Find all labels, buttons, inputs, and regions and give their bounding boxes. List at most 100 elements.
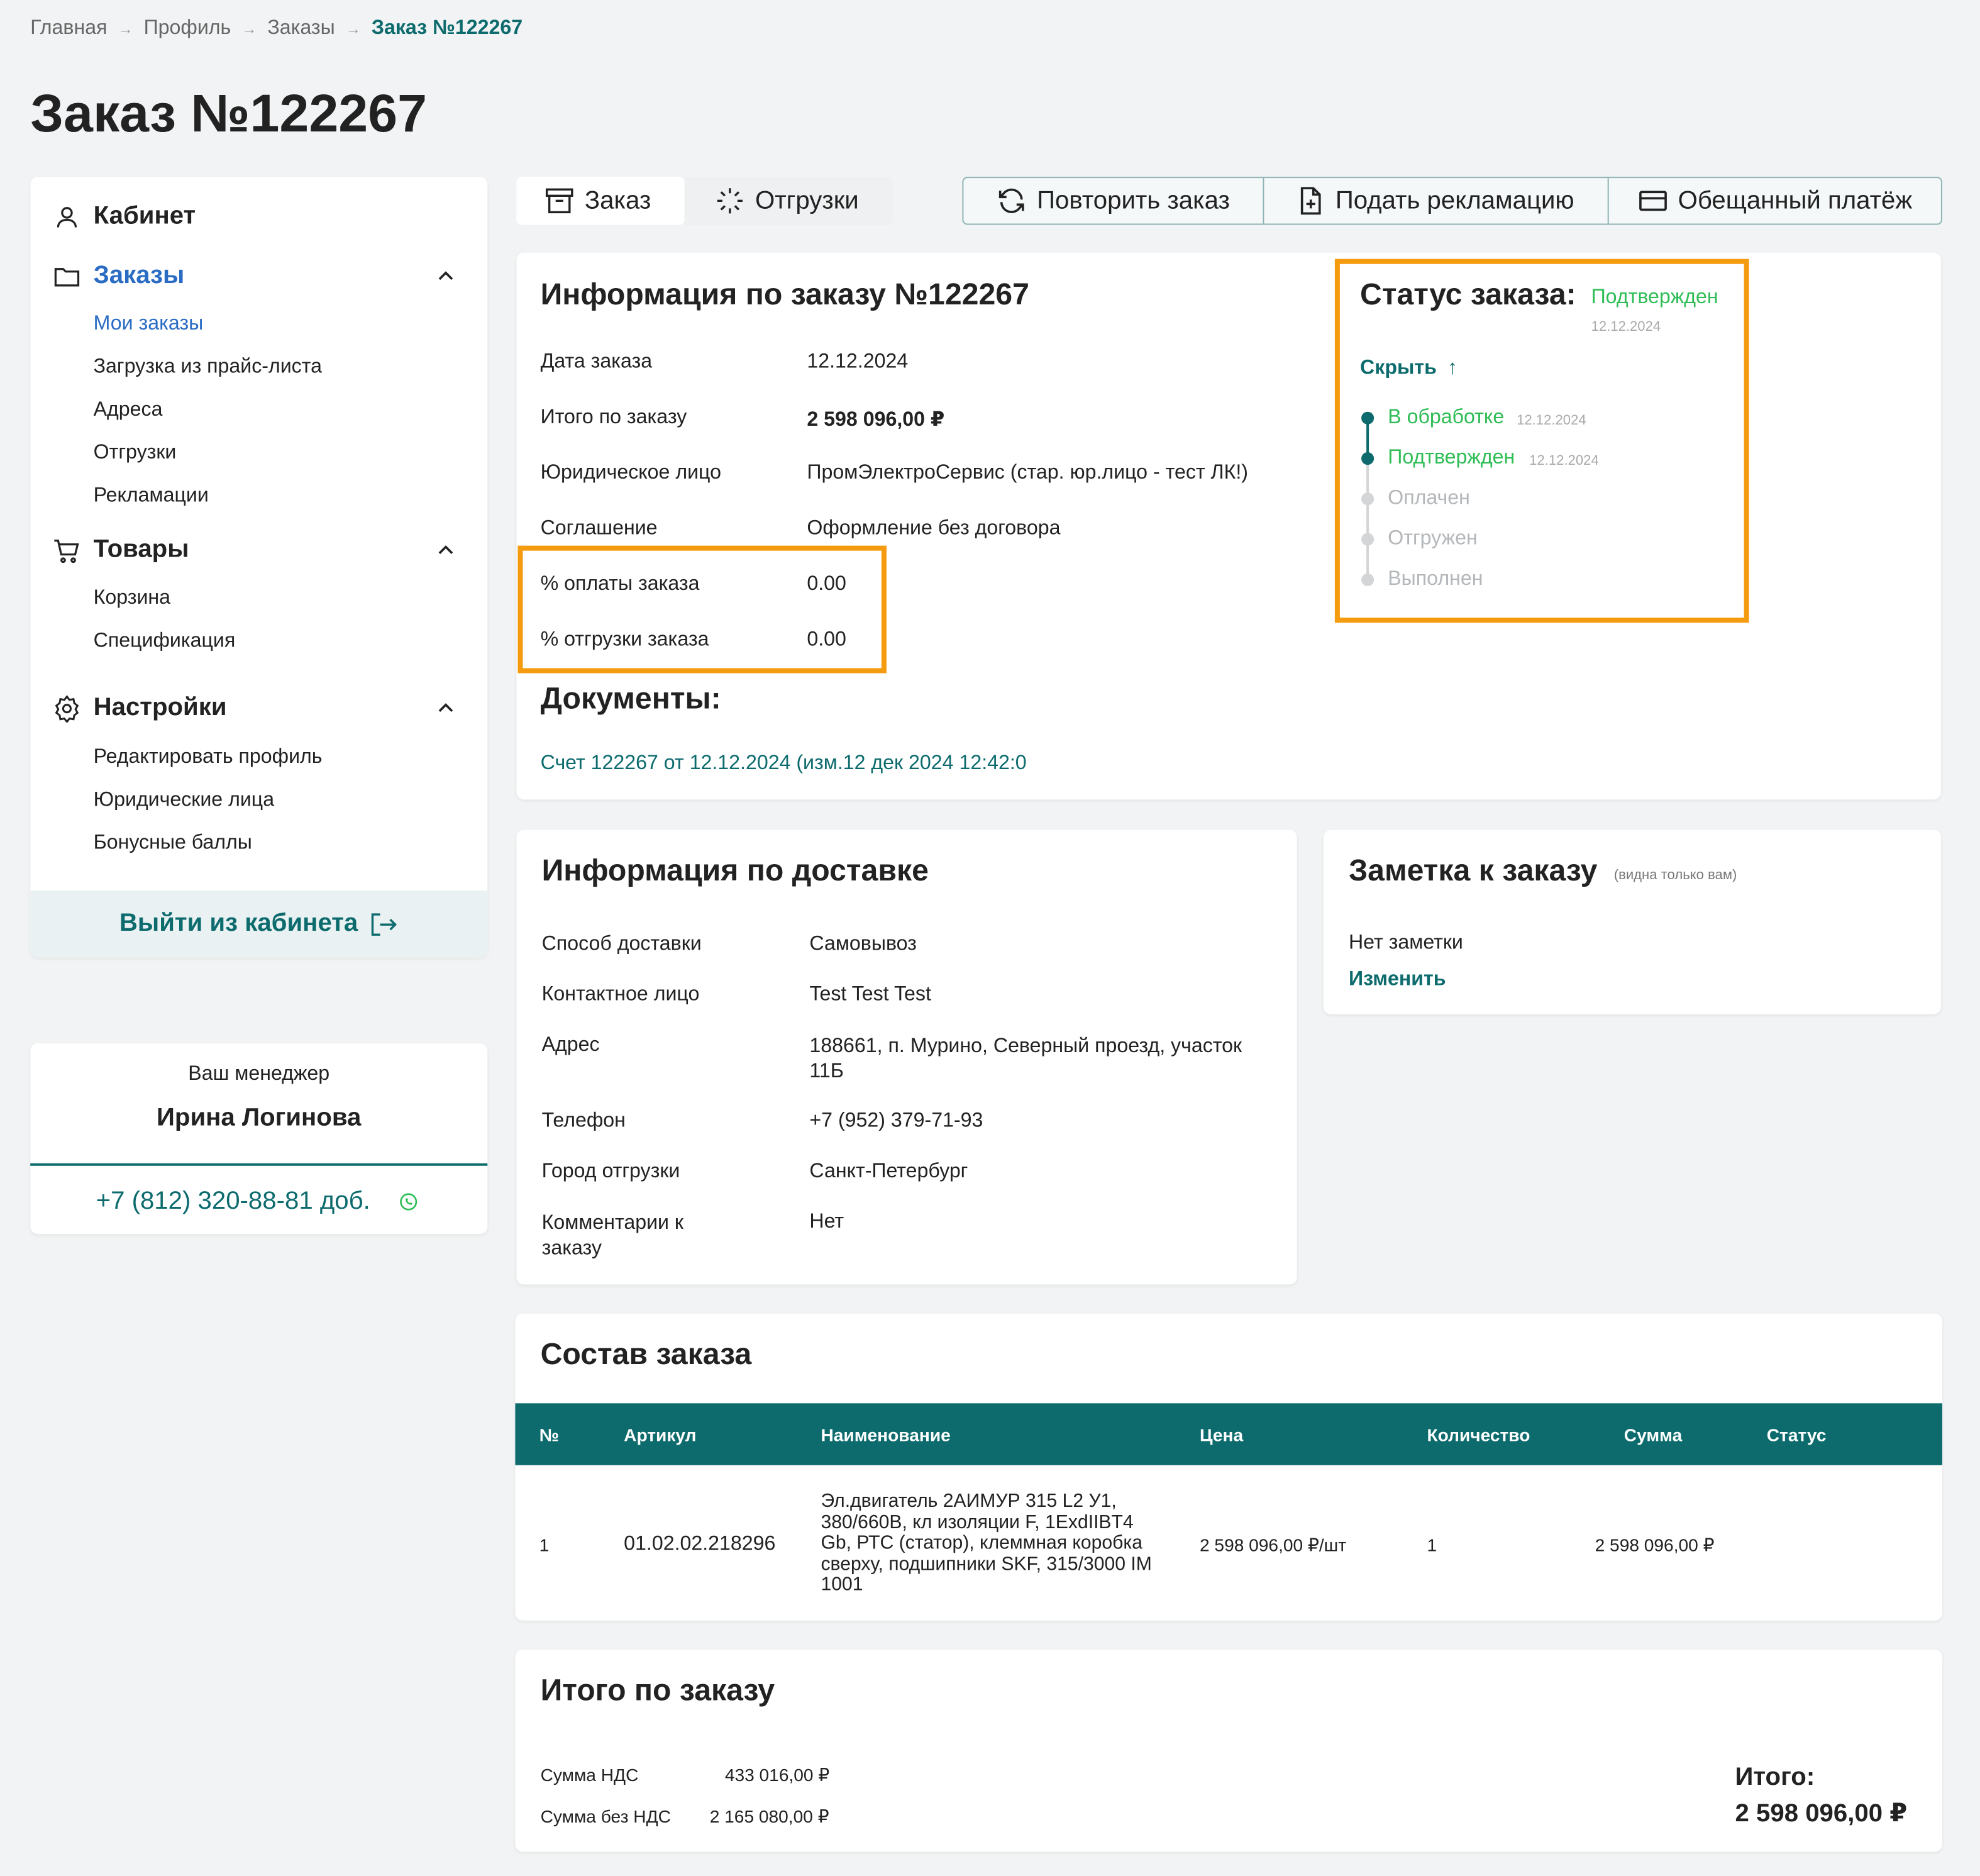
order-total-value: 2 598 096,00 ₽ [807, 409, 945, 431]
arrow-right-icon: → [241, 20, 257, 38]
note-card: Заметка к заказу (видна только вам) Нет … [1323, 830, 1941, 1014]
novat-label: Сумма без НДС [540, 1806, 671, 1827]
breadcrumb-home[interactable]: Главная [30, 18, 107, 39]
sidebar-item-cart[interactable]: Корзина [94, 587, 170, 610]
sidebar-group-label: Заказы [93, 261, 185, 289]
sidebar-group-orders[interactable]: Заказы [53, 262, 184, 291]
comments-value: Нет [809, 1211, 844, 1233]
breadcrumb: Главная → Профиль → Заказы → Заказ №1222… [30, 18, 528, 40]
sidebar-item-my-orders[interactable]: Мои заказы [94, 313, 204, 336]
sidebar-item-shipments[interactable]: Отгрузки [94, 442, 177, 465]
shipment-city-value: Санкт-Петербург [809, 1160, 968, 1182]
vat-value: 433 016,00 ₽ [724, 1764, 830, 1785]
gear-icon [53, 694, 80, 722]
price-value: 2 598 096,00 ₽/шт [1199, 1535, 1347, 1555]
breadcrumb-orders[interactable]: Заказы [267, 18, 335, 39]
delivery-card: Информация по доставке Способ доставки С… [516, 830, 1297, 1285]
delivery-title: Информация по доставке [541, 853, 929, 888]
sidebar-item-legal-entities[interactable]: Юридические лица [94, 789, 274, 812]
address-value: 188661, п. Мурино, Северный проезд, учас… [809, 1035, 1242, 1083]
tab-label: Отгрузки [755, 186, 859, 214]
legal-entity-label: Юридическое лицо [540, 462, 721, 484]
order-date-label: Дата заказа [540, 351, 653, 373]
documents-title: Документы: [540, 682, 721, 716]
column-header: Наименование [821, 1424, 951, 1445]
loader-icon [717, 188, 743, 214]
tab-order[interactable]: Заказ [516, 177, 685, 225]
vat-label: Сумма НДС [540, 1764, 639, 1785]
sidebar-item-cabinet[interactable]: Кабинет [53, 202, 196, 231]
product-name-link[interactable]: Эл.двигатель 2АИМУР 315 L2 У1, 380/660В,… [821, 1491, 1168, 1596]
sidebar-item-edit-profile[interactable]: Редактировать профиль [94, 747, 323, 769]
document-link[interactable]: Счет 122267 от 12.12.2024 (изм.12 дек 20… [541, 753, 1027, 775]
agreement-label: Соглашение [540, 518, 658, 540]
column-header: Статус [1766, 1424, 1827, 1445]
quantity-value: 1 [1427, 1535, 1437, 1555]
sidebar-item-specification[interactable]: Спецификация [94, 630, 236, 653]
order-info-title: Информация по заказу №122267 [540, 277, 1029, 313]
note-title: Заметка к заказу [1348, 853, 1598, 888]
repeat-order-button[interactable]: Повторить заказ [963, 178, 1264, 224]
manager-phone[interactable]: +7 (812) 320-88-81 доб. [96, 1187, 370, 1216]
order-total-label: Итого по заказу [540, 406, 687, 428]
page-title: Заказ №122267 [30, 83, 427, 143]
sidebar-item-claims[interactable]: Рекламации [94, 485, 209, 508]
sidebar-group-goods[interactable]: Товары [53, 536, 189, 565]
tab-shipments[interactable]: Отгрузки [685, 177, 893, 225]
sidebar-item-bonus[interactable]: Бонусные баллы [94, 833, 252, 855]
chevron-up-icon[interactable] [434, 697, 457, 720]
table-header: № Артикул Наименование Цена Количество С… [515, 1403, 1942, 1465]
column-header: Артикул [624, 1424, 697, 1445]
chevron-up-icon[interactable] [434, 540, 457, 562]
logout-button[interactable]: Выйти из кабинета [30, 890, 488, 958]
archive-icon [545, 188, 573, 214]
whatsapp-icon[interactable] [399, 1192, 418, 1211]
novat-value: 2 165 080,00 ₽ [709, 1806, 829, 1827]
button-label: Повторить заказ [1037, 186, 1230, 214]
order-date-value: 12.12.2024 [807, 351, 909, 373]
logout-icon [372, 913, 397, 935]
phone-value: +7 (952) 379-71-93 [809, 1110, 983, 1132]
shipment-city-label: Город отгрузки [541, 1160, 680, 1182]
sidebar-item-addresses[interactable]: Адреса [94, 399, 163, 422]
logout-label: Выйти из кабинета [119, 909, 358, 938]
tab-label: Заказ [584, 186, 651, 214]
contact-person-label: Контактное лицо [541, 984, 700, 1006]
chevron-up-icon[interactable] [434, 265, 457, 288]
column-header: № [539, 1424, 559, 1445]
button-label: Подать рекламацию [1335, 186, 1574, 214]
address-label: Адрес [541, 1034, 600, 1057]
promised-payment-button[interactable]: Обещанный платёж [1609, 178, 1941, 223]
agreement-value: Оформление без договора [807, 518, 1061, 540]
composition-title: Состав заказа [540, 1337, 752, 1372]
article-link[interactable]: 01.02.02.218296 [624, 1533, 775, 1556]
breadcrumb-profile[interactable]: Профиль [144, 18, 231, 39]
cart-icon [53, 536, 80, 564]
column-header: Цена [1199, 1424, 1244, 1445]
sidebar-group-settings[interactable]: Настройки [53, 693, 227, 723]
row-number: 1 [539, 1535, 550, 1555]
highlight-frame [517, 545, 887, 674]
arrow-right-icon: → [345, 20, 361, 38]
order-actions: Повторить заказ Подать рекламацию Обещан… [962, 177, 1942, 225]
total-value: 2 598 096,00 ₽ [1735, 1799, 1908, 1828]
totals-title: Итого по заказу [540, 1673, 775, 1708]
sidebar-item-price-upload[interactable]: Загрузка из прайс-листа [94, 356, 322, 379]
contact-person-value: Test Test Test [809, 984, 931, 1006]
manager-card: Ваш менеджер Ирина Логинова +7 (812) 320… [30, 1043, 488, 1235]
note-edit-link[interactable]: Изменить [1349, 969, 1446, 991]
file-claim-button[interactable]: Подать рекламацию [1264, 178, 1609, 224]
delivery-method-value: Самовывоз [809, 933, 917, 955]
manager-name: Ирина Логинова [157, 1104, 362, 1132]
file-plus-icon [1301, 187, 1322, 215]
delivery-method-label: Способ доставки [541, 933, 702, 955]
sidebar: Кабинет Заказы Мои заказы Загрузка из пр… [30, 177, 488, 958]
comments-label: Комментарии к заказу [541, 1213, 683, 1260]
highlight-frame [1334, 258, 1749, 623]
note-hint: (видна только вам) [1613, 867, 1737, 883]
breadcrumb-current: Заказ №122267 [371, 18, 523, 40]
note-text: Нет заметки [1348, 932, 1463, 954]
table-row: 1 01.02.02.218296 Эл.двигатель 2АИМУР 31… [515, 1465, 1942, 1619]
sum-value: 2 598 096,00 ₽ [1595, 1535, 1715, 1555]
sidebar-group-label: Настройки [93, 693, 227, 721]
